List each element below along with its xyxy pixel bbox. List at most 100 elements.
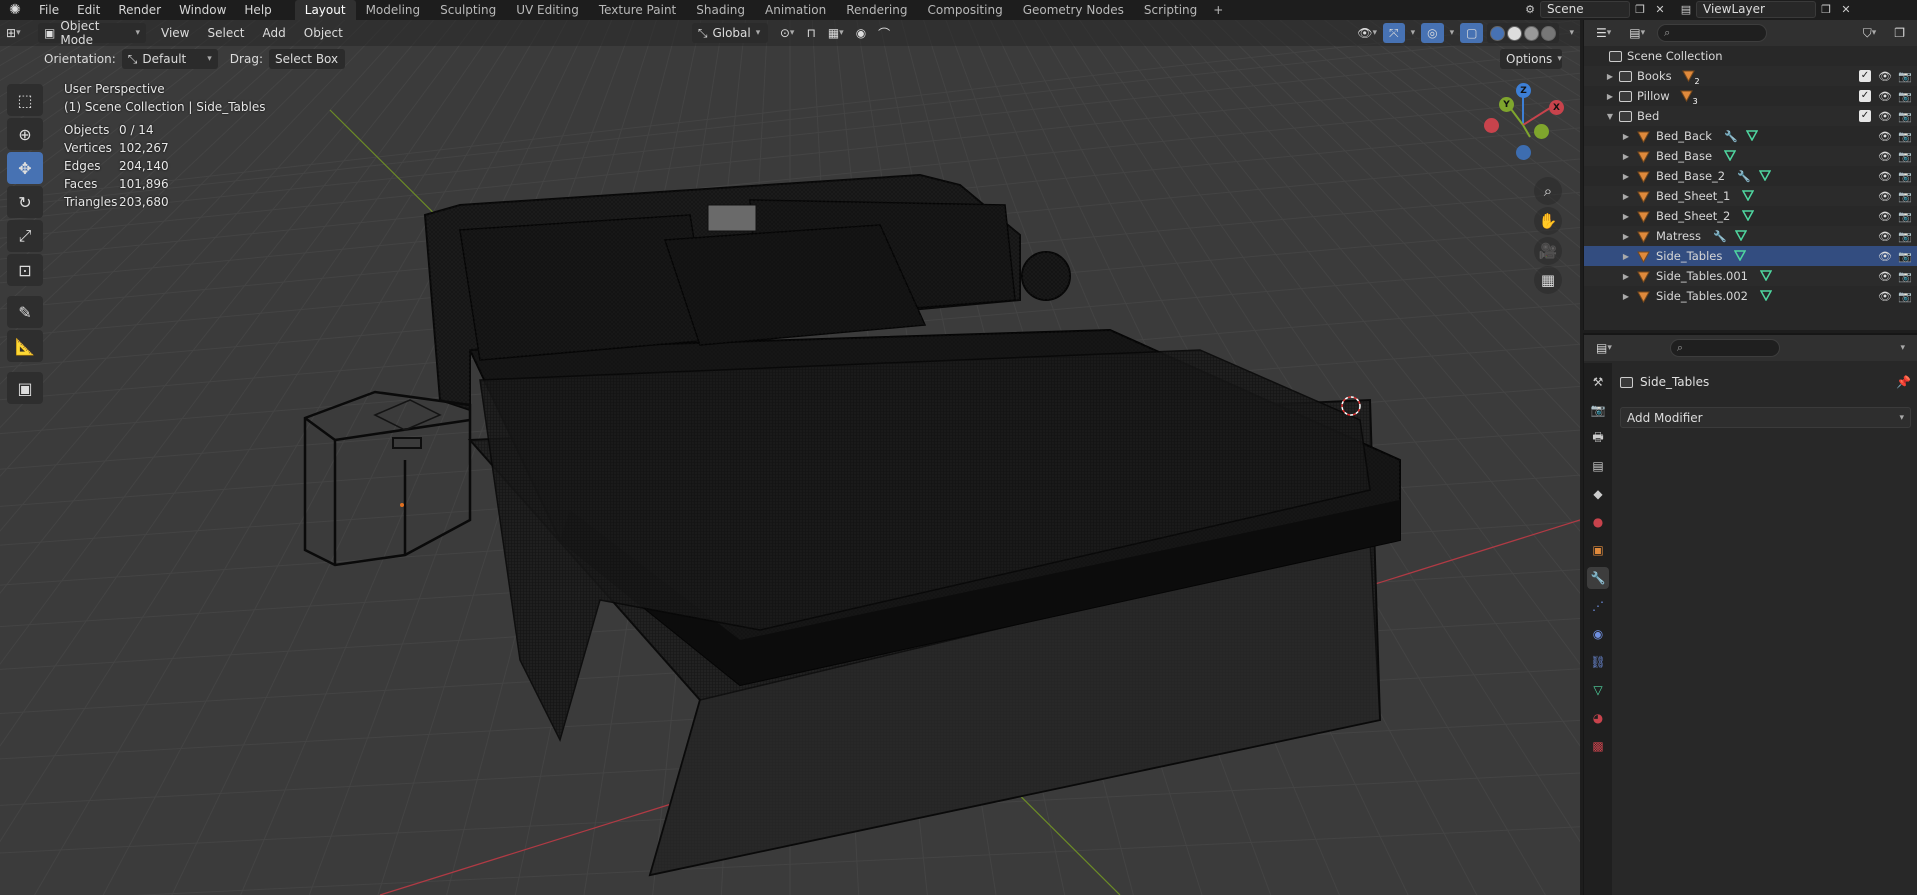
visibility-icon[interactable]: 👁 ▾ [1351, 23, 1383, 43]
drag-dropdown[interactable]: Select Box [268, 49, 345, 69]
viewport-menu-view[interactable]: View [152, 23, 198, 43]
expand-arrow-icon[interactable]: ▶ [1620, 272, 1632, 281]
exclude-checkbox[interactable]: ✓ [1859, 90, 1871, 102]
overlay-toggle-icon[interactable]: ◎ [1421, 23, 1444, 43]
navigation-gizmo[interactable]: Z Y X ⌕ ✋ 🎥 ▦ [1478, 80, 1568, 294]
tab-animation[interactable]: Animation [755, 0, 836, 20]
expand-arrow-icon[interactable]: ▶ [1620, 192, 1632, 201]
scene-icon[interactable]: ⚙ [1520, 0, 1540, 18]
new-collection-icon[interactable]: ❐ [1888, 23, 1911, 43]
outliner-search-input[interactable]: ⌕ [1657, 24, 1768, 42]
outliner-object-row[interactable]: ▶ Side_Tables.001 👁 📷 [1584, 266, 1917, 286]
new-scene-icon[interactable]: ❐ [1630, 0, 1650, 18]
properties-search-input[interactable]: ⌕ [1669, 339, 1780, 357]
tab-texture-paint[interactable]: Texture Paint [589, 0, 686, 20]
solid-shading-icon[interactable] [1507, 25, 1523, 41]
outliner-collection-row[interactable]: ▶ Pillow 3 ✓ 👁 📷 [1584, 86, 1917, 106]
viewport-menu-add[interactable]: Add [254, 23, 295, 43]
perspective-toggle-icon[interactable]: ▦ [1534, 266, 1562, 294]
outliner-object-row[interactable]: ▶ Bed_Sheet_1 👁 📷 [1584, 186, 1917, 206]
mesh-data-icon[interactable] [1745, 129, 1758, 144]
menu-edit[interactable]: Edit [68, 0, 109, 20]
neg-x-axis-handle[interactable] [1484, 118, 1499, 133]
mesh-data-icon[interactable] [1758, 169, 1772, 184]
expand-arrow-icon[interactable]: ▶ [1620, 152, 1632, 161]
tab-modeling[interactable]: Modeling [356, 0, 431, 20]
outliner-object-row[interactable]: ▶ Bed_Base_2 🔧 👁 📷 [1584, 166, 1917, 186]
scene-name-field[interactable]: Scene [1540, 0, 1630, 18]
properties-menu-icon[interactable]: ▾ [1894, 338, 1911, 358]
render-camera-icon[interactable]: 📷 [1898, 271, 1912, 282]
tab-rendering[interactable]: Rendering [836, 0, 917, 20]
render-camera-icon[interactable]: 📷 [1898, 131, 1912, 142]
bed-model[interactable] [423, 173, 1401, 877]
outliner-object-row[interactable]: ▶ Bed_Back 🔧 👁 📷 [1584, 126, 1917, 146]
transform-orientation-selector[interactable]: ⤡ Global ▾ [691, 23, 768, 43]
exclude-checkbox[interactable]: ✓ [1859, 110, 1871, 122]
render-camera-icon[interactable]: 📷 [1898, 111, 1912, 122]
filter-icon[interactable]: ⛉ ▾ [1857, 23, 1883, 43]
visibility-eye-icon[interactable]: 👁 [1878, 91, 1892, 102]
modifier-wrench-icon[interactable]: 🔧 [1737, 170, 1751, 183]
falloff-icon[interactable]: ⌒ [872, 23, 896, 43]
cursor-tool-icon[interactable]: ⊕ [7, 118, 43, 150]
expand-arrow-icon[interactable]: ▶ [1620, 132, 1632, 141]
outliner-object-row[interactable]: ▶ Side_Tables 👁 📷 [1584, 246, 1917, 266]
expand-arrow-icon[interactable]: ▶ [1620, 292, 1632, 301]
shading-menu-icon[interactable]: ▾ [1563, 23, 1580, 43]
outliner-object-row[interactable]: ▶ Bed_Sheet_2 👁 📷 [1584, 206, 1917, 226]
options-dropdown[interactable]: Options ▾ [1500, 49, 1562, 69]
mesh-data-icon[interactable] [1759, 289, 1773, 304]
expand-arrow-icon[interactable]: ▶ [1620, 252, 1632, 261]
outliner-object-row[interactable]: ▶ Bed_Base 👁 📷 [1584, 146, 1917, 166]
tab-uv-editing[interactable]: UV Editing [506, 0, 589, 20]
visibility-eye-icon[interactable]: 👁 [1878, 191, 1892, 202]
delete-view-layer-icon[interactable]: ✕ [1836, 0, 1856, 18]
y-axis-handle[interactable]: Y [1499, 97, 1514, 112]
add-workspace-button[interactable]: + [1207, 0, 1229, 20]
mesh-data-icon[interactable] [1723, 149, 1737, 164]
tab-sculpting[interactable]: Sculpting [430, 0, 506, 20]
exclude-checkbox[interactable]: ✓ [1859, 70, 1871, 82]
editor-type-icon[interactable]: ⊞ ▾ [0, 23, 38, 43]
render-tab-icon[interactable]: 📷 [1587, 399, 1609, 421]
outliner-object-row[interactable]: ▶ Side_Tables.002 👁 📷 [1584, 286, 1917, 306]
collapse-arrow-icon[interactable]: ▼ [1604, 112, 1616, 121]
snap-target-icon[interactable]: ▦ ▾ [822, 23, 850, 43]
gizmo-menu-icon[interactable]: ▾ [1405, 23, 1422, 43]
visibility-eye-icon[interactable]: 👁 [1878, 231, 1892, 242]
menu-file[interactable]: File [30, 0, 68, 20]
scene-collection-row[interactable]: Scene Collection [1584, 46, 1917, 66]
scene-tab-icon[interactable]: ◆ [1587, 483, 1609, 505]
neg-z-axis-handle[interactable] [1516, 145, 1531, 160]
constraints-tab-icon[interactable]: ⛓ [1587, 651, 1609, 673]
add-modifier-button[interactable]: Add Modifier ▾ [1620, 407, 1911, 428]
zoom-icon[interactable]: ⌕ [1534, 177, 1562, 205]
scale-tool-icon[interactable]: ⤢ [7, 220, 43, 252]
rotate-tool-icon[interactable]: ↻ [7, 186, 43, 218]
pivot-point-icon[interactable]: ⊙ ▾ [774, 23, 801, 43]
outliner-collection-row[interactable]: ▶ Books 2 ✓ 👁 📷 [1584, 66, 1917, 86]
tab-scripting[interactable]: Scripting [1134, 0, 1207, 20]
tab-compositing[interactable]: Compositing [917, 0, 1012, 20]
render-camera-icon[interactable]: 📷 [1898, 91, 1912, 102]
data-tab-icon[interactable]: ▽ [1587, 679, 1609, 701]
new-view-layer-icon[interactable]: ❐ [1816, 0, 1836, 18]
snap-icon[interactable]: ⊓ [800, 23, 821, 43]
visibility-eye-icon[interactable]: 👁 [1878, 291, 1892, 302]
expand-arrow-icon[interactable]: ▶ [1604, 72, 1616, 81]
material-shading-icon[interactable] [1524, 25, 1540, 41]
tab-geometry-nodes[interactable]: Geometry Nodes [1013, 0, 1134, 20]
expand-arrow-icon[interactable]: ▶ [1604, 92, 1616, 101]
rendered-shading-icon[interactable] [1541, 25, 1557, 41]
viewport-menu-select[interactable]: Select [198, 23, 253, 43]
modifier-wrench-icon[interactable]: 🔧 [1724, 130, 1738, 143]
tab-shading[interactable]: Shading [686, 0, 755, 20]
display-mode-icon[interactable]: ▤ ▾ [1623, 23, 1651, 43]
modifier-wrench-icon[interactable]: 🔧 [1713, 230, 1727, 243]
view-layer-icon[interactable]: ▤ [1676, 0, 1696, 18]
render-camera-icon[interactable]: 📷 [1898, 191, 1912, 202]
mesh-data-icon[interactable] [1742, 209, 1755, 224]
pan-hand-icon[interactable]: ✋ [1534, 207, 1562, 235]
expand-arrow-icon[interactable]: ▶ [1620, 212, 1632, 221]
